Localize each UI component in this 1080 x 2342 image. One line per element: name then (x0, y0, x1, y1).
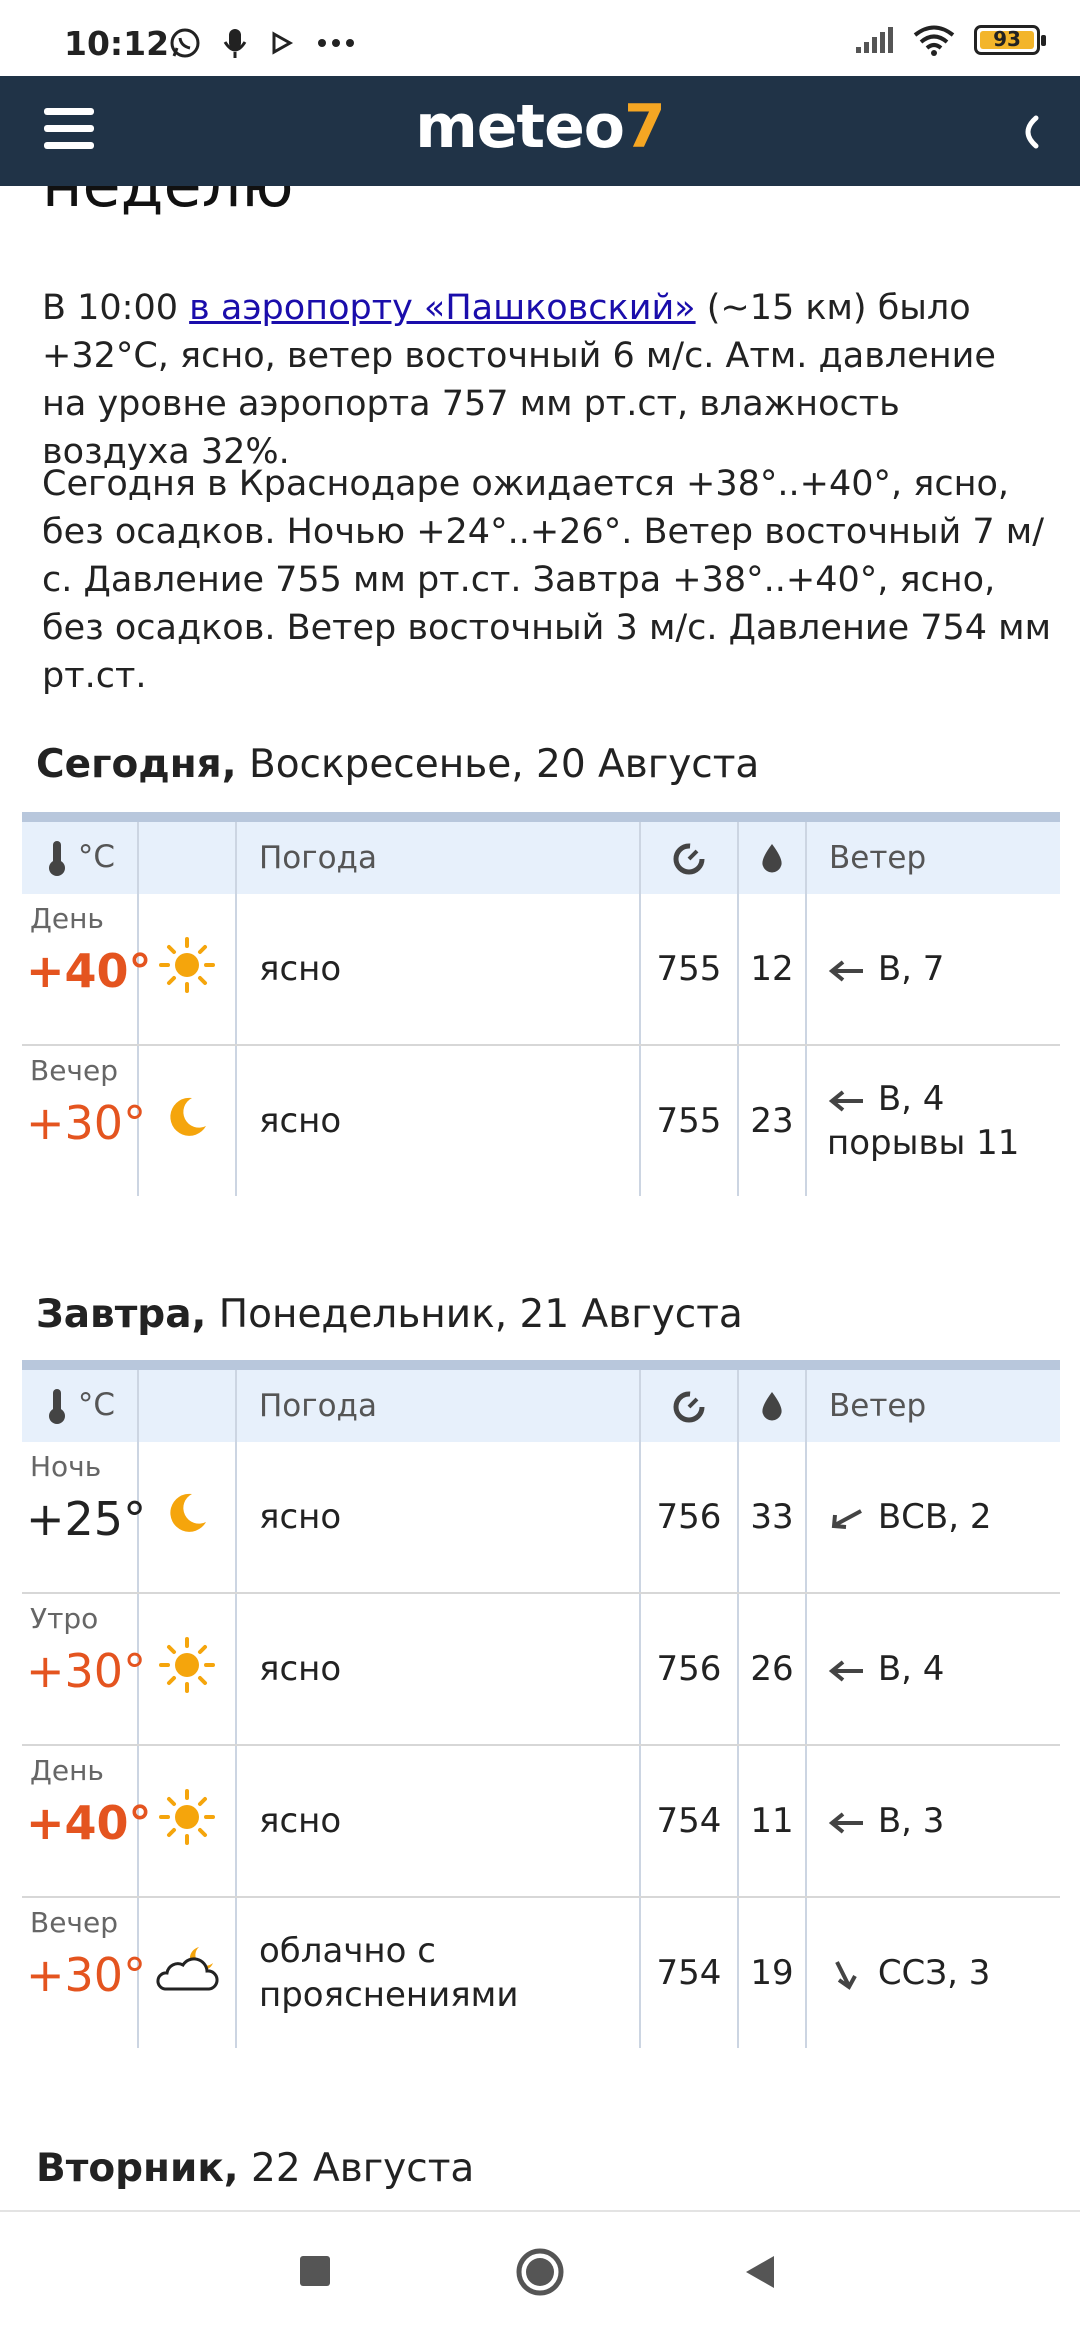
wifi-icon (913, 25, 955, 56)
gauge-icon (673, 1391, 705, 1423)
col-icon (138, 817, 237, 894)
sun-icon (159, 1788, 215, 1845)
table-row: День +40° ясно 755 12 В, 7 (22, 894, 1060, 1046)
sun-icon (159, 936, 215, 993)
day-title: Сегодня, Воскресенье, 20 Августа (36, 742, 760, 787)
theme-toggle-icon[interactable] (1014, 112, 1044, 152)
current-weather-text: В 10:00 в аэропорту «Пашковский» (~15 км… (42, 288, 996, 472)
battery-icon: 93 (974, 25, 1046, 55)
day-title: Завтра, Понедельник, 21 Августа (36, 1292, 743, 1337)
recent-apps-icon[interactable] (300, 2256, 330, 2286)
arrow-left-icon (828, 1089, 863, 1112)
site-logo[interactable]: meteo7 (0, 92, 1080, 162)
status-bar: 10:12 93 (0, 0, 1080, 76)
forecast-summary: Сегодня в Краснодаре ожидается +38°..+40… (42, 464, 1051, 696)
sun-icon (159, 1636, 215, 1693)
col-pressure (640, 1365, 739, 1442)
col-icon (138, 1365, 237, 1442)
cloud-moon-icon (156, 1946, 219, 1990)
logo-text: meteo (415, 92, 625, 162)
airport-link[interactable]: в аэропорту «Пашковский» (189, 288, 695, 328)
home-icon[interactable] (516, 2248, 564, 2296)
moon-icon (170, 1493, 206, 1532)
arrow-left-icon (828, 1659, 863, 1682)
arrow-left-icon (828, 1811, 863, 1834)
status-time: 10:12 (64, 24, 170, 63)
col-wind: Ветер (806, 1365, 1060, 1442)
col-weather: Погода (236, 817, 641, 894)
more-icon (318, 39, 354, 47)
forecast-table-tomorrow: °C Погода Ветер Ночь +25° ясно 756 33 ВСВ… (22, 1360, 1060, 2048)
day-title: Вторник, 22 Августа (36, 2146, 475, 2191)
site-header: meteo7 (0, 76, 1080, 186)
drop-icon (762, 1392, 782, 1421)
whatsapp-icon (170, 28, 200, 58)
thermometer-icon (49, 841, 65, 877)
arrow-down-left-icon (831, 1508, 862, 1529)
microphone-icon (223, 29, 247, 58)
play-icon (272, 31, 294, 55)
system-icons: 93 (854, 24, 1046, 56)
arrow-down-right-icon (835, 1960, 857, 1990)
col-humidity (738, 1365, 807, 1442)
main-content: неделю В 10:00 в аэропорту «Пашковский» … (0, 186, 1080, 2210)
table-row: Вечер +30° ясно 755 23 В, 4 порывы 11 (22, 1045, 1060, 1196)
battery-level: 93 (993, 27, 1021, 51)
wind-gusts: порывы 11 (827, 1123, 1020, 1163)
forecast-table-today: °C Погода Ветер День +40° ясно 755 12 В, … (22, 812, 1060, 1196)
gauge-icon (673, 843, 705, 875)
table-row: Ночь +25° ясно 756 33 ВСВ, 2 (22, 1442, 1060, 1594)
col-pressure (640, 817, 739, 894)
drop-icon (762, 844, 782, 873)
back-icon[interactable] (740, 2252, 780, 2292)
thermometer-icon (49, 1389, 65, 1425)
col-wind: Ветер (806, 817, 1060, 894)
col-temp: °C (22, 817, 139, 894)
table-row: Утро +30° ясно 756 26 В, 4 (22, 1593, 1060, 1746)
col-weather: Погода (236, 1365, 641, 1442)
arrow-left-icon (828, 959, 863, 982)
page-title: неделю (42, 186, 294, 221)
notification-icons (168, 26, 356, 60)
col-temp: °C (22, 1365, 139, 1442)
logo-accent: 7 (624, 92, 666, 162)
table-row: Вечер +30° облачно с прояснениями 754 19 … (22, 1897, 1060, 2048)
moon-icon (170, 1097, 206, 1136)
table-row: День +40° ясно 754 11 В, 3 (22, 1745, 1060, 1898)
signal-icon (856, 27, 893, 53)
system-nav-bar (0, 2210, 1080, 2342)
col-humidity (738, 817, 807, 894)
